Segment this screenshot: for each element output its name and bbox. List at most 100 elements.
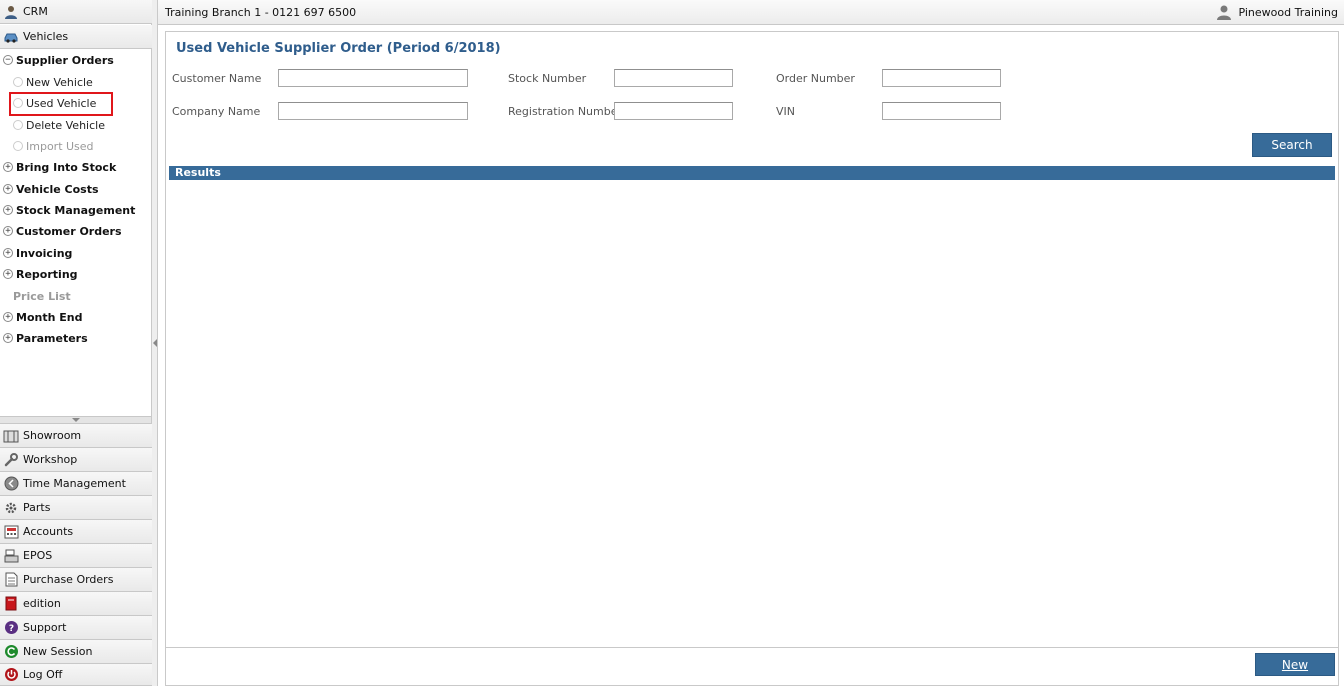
module-label: Support <box>23 621 67 634</box>
module-workshop[interactable]: Workshop <box>0 448 152 472</box>
till-icon <box>3 548 19 564</box>
module-new-session[interactable]: New Session <box>0 640 152 664</box>
showroom-icon <box>3 428 19 444</box>
module-label: Log Off <box>23 668 63 681</box>
tree-node-label: Reporting <box>16 267 78 281</box>
company-name-input[interactable] <box>278 102 468 120</box>
tree-node-parameters[interactable]: + Parameters <box>3 329 88 347</box>
customer-name-input[interactable] <box>278 69 468 87</box>
current-user[interactable]: Pinewood Training <box>1216 4 1338 20</box>
module-label: Purchase Orders <box>23 573 114 586</box>
sidebar-collapse-handle[interactable] <box>152 0 158 686</box>
module-vehicles[interactable]: Vehicles <box>0 25 152 49</box>
tree-node-reporting[interactable]: + Reporting <box>3 265 78 283</box>
tree-node-bring-into-stock[interactable]: + Bring Into Stock <box>3 158 116 176</box>
tree-node-label: Price List <box>13 289 71 303</box>
registration-number-label: Registration Number <box>508 105 623 118</box>
expand-icon[interactable]: + <box>3 162 13 172</box>
stock-number-label: Stock Number <box>508 72 587 85</box>
results-header: Results <box>169 166 1335 180</box>
tree-node-month-end[interactable]: + Month End <box>3 308 82 326</box>
tree-node-customer-orders[interactable]: + Customer Orders <box>3 222 122 240</box>
vin-input[interactable] <box>882 102 1001 120</box>
module-time-management[interactable]: Time Management <box>0 472 152 496</box>
registration-number-input[interactable] <box>614 102 733 120</box>
tree-node-label: Invoicing <box>16 246 73 260</box>
vin-label: VIN <box>776 105 795 118</box>
search-button[interactable]: Search <box>1252 133 1332 157</box>
module-label: Accounts <box>23 525 74 538</box>
expand-icon[interactable]: + <box>3 205 13 215</box>
search-panel: Used Vehicle Supplier Order (Period 6/20… <box>165 31 1339 648</box>
gear-icon <box>3 500 19 516</box>
new-button[interactable]: New <box>1255 653 1335 676</box>
radio-dot-icon <box>13 120 23 130</box>
sidebar: CRM Vehicles − Supplier Orders New Vehic… <box>0 0 152 686</box>
svg-text:?: ? <box>8 624 13 634</box>
module-log-off[interactable]: Log Off <box>0 664 152 686</box>
refresh-icon <box>3 644 19 660</box>
tree-item-new-vehicle[interactable]: New Vehicle <box>13 73 93 91</box>
tree-node-vehicle-costs[interactable]: + Vehicle Costs <box>3 180 99 198</box>
module-edition[interactable]: edition <box>0 592 152 616</box>
module-epos[interactable]: EPOS <box>0 544 152 568</box>
selected-item-highlight <box>9 92 113 116</box>
tree-item-delete-vehicle[interactable]: Delete Vehicle <box>13 116 105 134</box>
tree-item-label: Delete Vehicle <box>26 118 105 132</box>
module-label: EPOS <box>23 549 53 562</box>
module-label: edition <box>23 597 61 610</box>
chevron-down-icon <box>71 418 80 422</box>
chevron-left-icon <box>152 339 157 347</box>
tree-node-label: Parameters <box>16 331 88 345</box>
module-label: Showroom <box>23 429 82 442</box>
expand-icon[interactable]: + <box>3 248 13 258</box>
tree-node-label: Bring Into Stock <box>16 160 117 174</box>
tree-node-label: Customer Orders <box>16 224 122 238</box>
module-vehicles-label: Vehicles <box>23 30 69 43</box>
expand-icon[interactable]: + <box>3 312 13 322</box>
tree-item-label: New Vehicle <box>26 75 93 89</box>
tree-node-label: Month End <box>16 310 83 324</box>
tree-node-invoicing[interactable]: + Invoicing <box>3 244 72 262</box>
wrench-icon <box>3 452 19 468</box>
module-label: Parts <box>23 501 51 514</box>
calculator-icon <box>3 524 19 540</box>
tree-node-supplier-orders[interactable]: − Supplier Orders <box>3 51 114 69</box>
expand-icon[interactable]: + <box>3 184 13 194</box>
collapse-icon[interactable]: − <box>3 55 13 65</box>
help-icon: ? <box>3 620 19 636</box>
user-icon <box>3 4 19 20</box>
tree-node-stock-management[interactable]: + Stock Management <box>3 201 135 219</box>
book-icon <box>3 596 19 612</box>
sidebar-splitter[interactable] <box>0 416 151 424</box>
branch-info: Training Branch 1 - 0121 697 6500 <box>165 6 357 19</box>
module-support[interactable]: ? Support <box>0 616 152 640</box>
footer-bar: New <box>165 647 1339 686</box>
user-name: Pinewood Training <box>1238 5 1338 19</box>
module-showroom[interactable]: Showroom <box>0 424 152 448</box>
car-icon <box>3 29 19 45</box>
expand-icon[interactable]: + <box>3 226 13 236</box>
page-title: Used Vehicle Supplier Order (Period 6/20… <box>176 41 501 56</box>
document-icon <box>3 572 19 588</box>
module-crm-label: CRM <box>23 5 48 18</box>
module-crm[interactable]: CRM <box>0 0 152 24</box>
stock-number-input[interactable] <box>614 69 733 87</box>
module-label: Time Management <box>23 477 126 490</box>
order-number-input[interactable] <box>882 69 1001 87</box>
order-number-label: Order Number <box>776 72 855 85</box>
expand-icon[interactable]: + <box>3 333 13 343</box>
user-avatar-icon <box>1216 4 1232 20</box>
module-parts[interactable]: Parts <box>0 496 152 520</box>
module-label: Workshop <box>23 453 78 466</box>
clock-icon <box>3 476 19 492</box>
tree-item-label: Import Used <box>26 139 94 153</box>
tree-node-price-list: Price List <box>13 287 71 305</box>
module-accounts[interactable]: Accounts <box>0 520 152 544</box>
module-label: New Session <box>23 645 93 658</box>
customer-name-label: Customer Name <box>172 72 262 85</box>
expand-icon[interactable]: + <box>3 269 13 279</box>
tree-node-label: Supplier Orders <box>16 53 114 67</box>
module-purchase-orders[interactable]: Purchase Orders <box>0 568 152 592</box>
company-name-label: Company Name <box>172 105 261 118</box>
